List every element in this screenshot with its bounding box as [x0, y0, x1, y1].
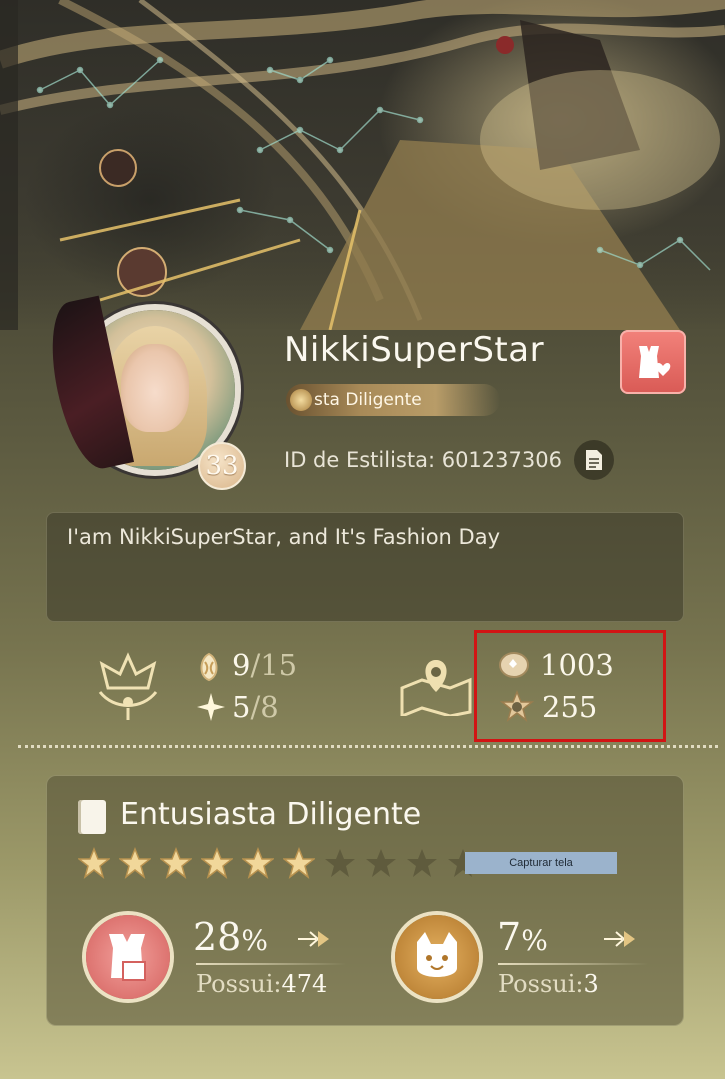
book-icon	[78, 800, 106, 834]
pet-underline	[498, 963, 648, 965]
title-badge-label: sta Diligente	[314, 390, 422, 410]
title-badge[interactable]: sta Diligente	[286, 384, 500, 416]
title-badge-icon	[290, 389, 312, 411]
stylist-id: ID de Estilista: 601237306	[284, 448, 562, 472]
star-filled-icon	[201, 847, 233, 879]
stat-stone: 1003	[540, 648, 614, 682]
star-filled-icon	[242, 847, 274, 879]
avatar-face	[121, 344, 189, 432]
crystal-icon	[200, 652, 218, 682]
crown-emblem-icon	[98, 652, 158, 720]
outfit-love-button[interactable]	[620, 330, 686, 394]
pet-collection-button[interactable]	[395, 915, 479, 999]
star-filled-icon	[283, 847, 315, 879]
stat-crystal: 9/15	[232, 648, 298, 682]
dress-heart-icon	[639, 346, 671, 378]
star-filled-icon	[160, 847, 192, 879]
stat-sparkle: 5/8	[232, 690, 279, 724]
collection-stars	[78, 847, 479, 879]
avatar[interactable]: 33	[39, 290, 255, 490]
pet-icon	[417, 932, 457, 977]
arrow-right-icon[interactable]	[296, 928, 330, 950]
pet-percent: 7%	[497, 915, 548, 959]
star-empty-icon	[407, 849, 437, 877]
star-filled-icon	[78, 847, 110, 879]
highlight-box	[474, 630, 666, 742]
outfit-collection-button[interactable]	[86, 915, 170, 999]
sparkle-icon	[197, 693, 225, 721]
star-empty-icon	[366, 849, 396, 877]
star-filled-icon	[119, 847, 151, 879]
collection-title: Entusiasta Diligente	[120, 797, 422, 832]
copy-id-button[interactable]	[574, 440, 614, 480]
clothes-icon	[109, 934, 146, 981]
stat-star: 255	[542, 690, 598, 724]
outfit-underline	[196, 963, 346, 965]
star-badge-icon	[500, 690, 534, 722]
bio-text: I'am NikkiSuperStar, and It's Fashion Da…	[67, 525, 501, 549]
outfit-owned: Possui:474	[196, 970, 328, 998]
star-empty-icon	[325, 849, 355, 877]
map-pin-icon	[400, 660, 472, 716]
pet-owned: Possui:3	[498, 970, 599, 998]
capture-screen-tooltip[interactable]: Capturar tela	[465, 852, 617, 874]
player-name: NikkiSuperStar	[284, 330, 545, 370]
bio-box[interactable]: I'am NikkiSuperStar, and It's Fashion Da…	[46, 512, 684, 622]
arrow-right-icon[interactable]	[602, 928, 636, 950]
outfit-percent: 28%	[193, 915, 268, 959]
stone-icon	[499, 652, 529, 678]
section-divider	[18, 745, 718, 748]
document-icon	[586, 450, 602, 470]
profile-banner-art	[0, 0, 725, 330]
level-badge: 33	[198, 442, 246, 490]
